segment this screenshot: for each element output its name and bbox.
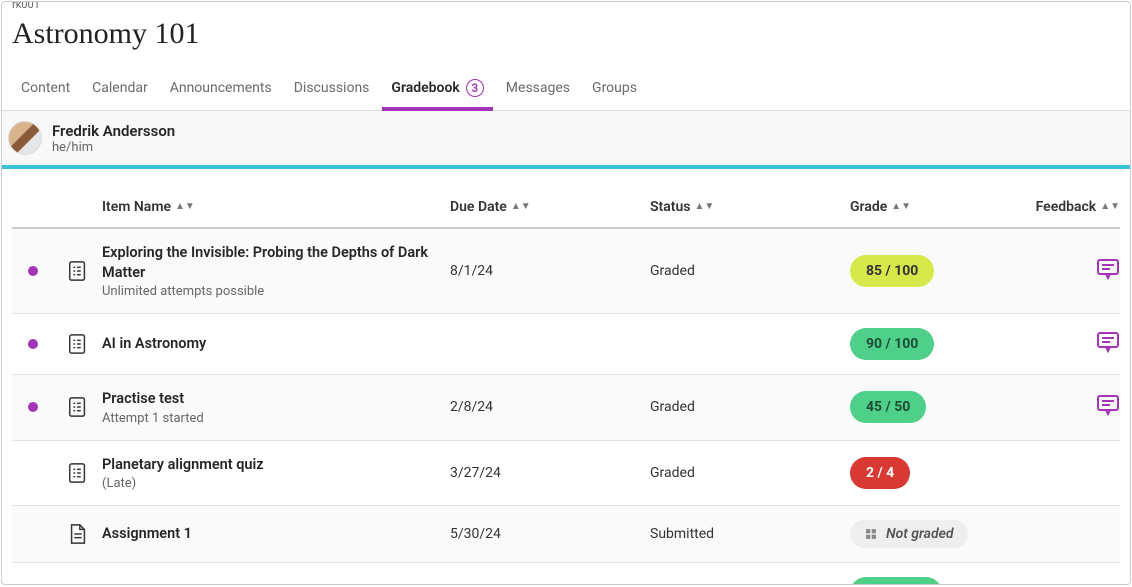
feedback-icon[interactable] bbox=[1096, 269, 1120, 285]
doc-icon bbox=[54, 522, 102, 546]
tab-label: Gradebook bbox=[391, 80, 459, 96]
tab-label: Calendar bbox=[92, 80, 148, 96]
col-feedback-label: Feedback bbox=[1036, 199, 1097, 215]
col-item-label: Item Name bbox=[102, 199, 171, 215]
tab-messages[interactable]: Messages bbox=[495, 68, 581, 109]
item-name[interactable]: AI in Astronomy bbox=[102, 334, 450, 354]
status: Graded bbox=[650, 263, 850, 279]
table-row[interactable]: Exploring the Invisible: Probing the Dep… bbox=[12, 229, 1120, 314]
sort-icon: ▲▼ bbox=[891, 202, 911, 212]
item-name[interactable]: Practise test bbox=[102, 389, 450, 409]
item-subtext: (Late) bbox=[102, 476, 450, 491]
gradebook-grid: Item Name ▲▼ Due Date ▲▼ Status ▲▼ Grade… bbox=[2, 169, 1130, 584]
tab-label: Messages bbox=[506, 80, 570, 96]
col-feedback[interactable]: Feedback ▲▼ bbox=[1050, 199, 1120, 215]
table-row[interactable]: Planetary alignment quiz(Late)3/27/24Gra… bbox=[12, 441, 1120, 507]
col-status-label: Status bbox=[650, 199, 690, 215]
status: Graded bbox=[650, 399, 850, 415]
grade-pill[interactable]: 2 / 4 bbox=[850, 457, 910, 489]
due-date: 8/1/24 bbox=[450, 263, 650, 279]
sort-icon: ▲▼ bbox=[175, 202, 195, 212]
due-date: 2/8/24 bbox=[450, 399, 650, 415]
status: Graded bbox=[650, 465, 850, 481]
grade-pill[interactable]: 85 / 100 bbox=[850, 255, 934, 287]
tab-badge: 3 bbox=[466, 79, 484, 97]
item-name[interactable]: Exploring the Invisible: Probing the Dep… bbox=[102, 243, 450, 282]
due-date: 5/30/24 bbox=[450, 526, 650, 542]
tab-groups[interactable]: Groups bbox=[581, 68, 648, 109]
sort-icon: ▲▼ bbox=[694, 202, 714, 212]
table-row[interactable]: Assignment 15/30/24Submitted Not graded bbox=[12, 506, 1120, 563]
col-item-name[interactable]: Item Name ▲▼ bbox=[102, 199, 450, 215]
tab-label: Discussions bbox=[294, 80, 370, 96]
due-date: 3/27/24 bbox=[450, 465, 650, 481]
student-pronouns: he/him bbox=[52, 140, 175, 155]
col-due-date[interactable]: Due Date ▲▼ bbox=[450, 199, 650, 215]
course-code: rk001 bbox=[2, 1, 1130, 11]
tab-label: Announcements bbox=[170, 80, 272, 96]
item-name[interactable]: Planetary alignment quiz bbox=[102, 455, 450, 475]
avatar[interactable] bbox=[8, 121, 42, 155]
tab-gradebook[interactable]: Gradebook 3 bbox=[380, 67, 494, 110]
col-grade-label: Grade bbox=[850, 199, 887, 215]
unread-dot-icon bbox=[28, 339, 38, 349]
col-status[interactable]: Status ▲▼ bbox=[650, 199, 850, 215]
sort-icon: ▲▼ bbox=[511, 202, 531, 212]
col-grade[interactable]: Grade ▲▼ bbox=[850, 199, 1050, 215]
test-icon bbox=[54, 332, 102, 356]
item-name[interactable]: Assignment 1 bbox=[102, 524, 450, 544]
tab-discussions[interactable]: Discussions bbox=[283, 68, 381, 109]
grade-pill[interactable]: 45 / 50 bbox=[850, 391, 926, 423]
test-icon bbox=[54, 259, 102, 283]
table-row[interactable]: Discussion6/16/24190 / 200 bbox=[12, 563, 1120, 584]
item-name[interactable]: Discussion bbox=[102, 583, 450, 584]
discussion-icon bbox=[54, 581, 102, 584]
table-row[interactable]: Practise test Attempt 1 started2/8/24Grad… bbox=[12, 375, 1120, 441]
feedback-icon[interactable] bbox=[1096, 405, 1120, 421]
unread-dot-icon bbox=[28, 266, 38, 276]
tab-label: Content bbox=[21, 80, 70, 96]
grade-pill[interactable]: Not graded bbox=[850, 520, 968, 548]
tab-announcements[interactable]: Announcements bbox=[159, 68, 283, 109]
sort-icon: ▲▼ bbox=[1100, 202, 1120, 212]
student-bar: Fredrik Andersson he/him bbox=[2, 111, 1130, 169]
feedback-icon[interactable] bbox=[1096, 342, 1120, 358]
nav-tabs: Content Calendar Announcements Discussions G… bbox=[2, 67, 1130, 111]
student-name: Fredrik Andersson bbox=[52, 122, 175, 140]
item-subtext: Attempt 1 started bbox=[102, 411, 450, 426]
page-title: Astronomy 101 bbox=[2, 11, 1130, 67]
col-due-label: Due Date bbox=[450, 199, 507, 215]
grade-pill[interactable]: 190 / 200 bbox=[850, 577, 942, 584]
grade-text: Not graded bbox=[886, 526, 954, 542]
status: Submitted bbox=[650, 526, 850, 542]
tab-label: Groups bbox=[592, 80, 637, 96]
grade-pill[interactable]: 90 / 100 bbox=[850, 328, 934, 360]
table-row[interactable]: AI in Astronomy 90 / 100 bbox=[12, 314, 1120, 375]
tab-calendar[interactable]: Calendar bbox=[81, 68, 159, 109]
table-header-row: Item Name ▲▼ Due Date ▲▼ Status ▲▼ Grade… bbox=[12, 189, 1120, 229]
item-subtext: Unlimited attempts possible bbox=[102, 284, 450, 299]
test-icon bbox=[54, 461, 102, 485]
rubric-icon bbox=[864, 527, 878, 541]
unread-dot-icon bbox=[28, 402, 38, 412]
tab-content[interactable]: Content bbox=[10, 68, 81, 109]
test-icon bbox=[54, 395, 102, 419]
